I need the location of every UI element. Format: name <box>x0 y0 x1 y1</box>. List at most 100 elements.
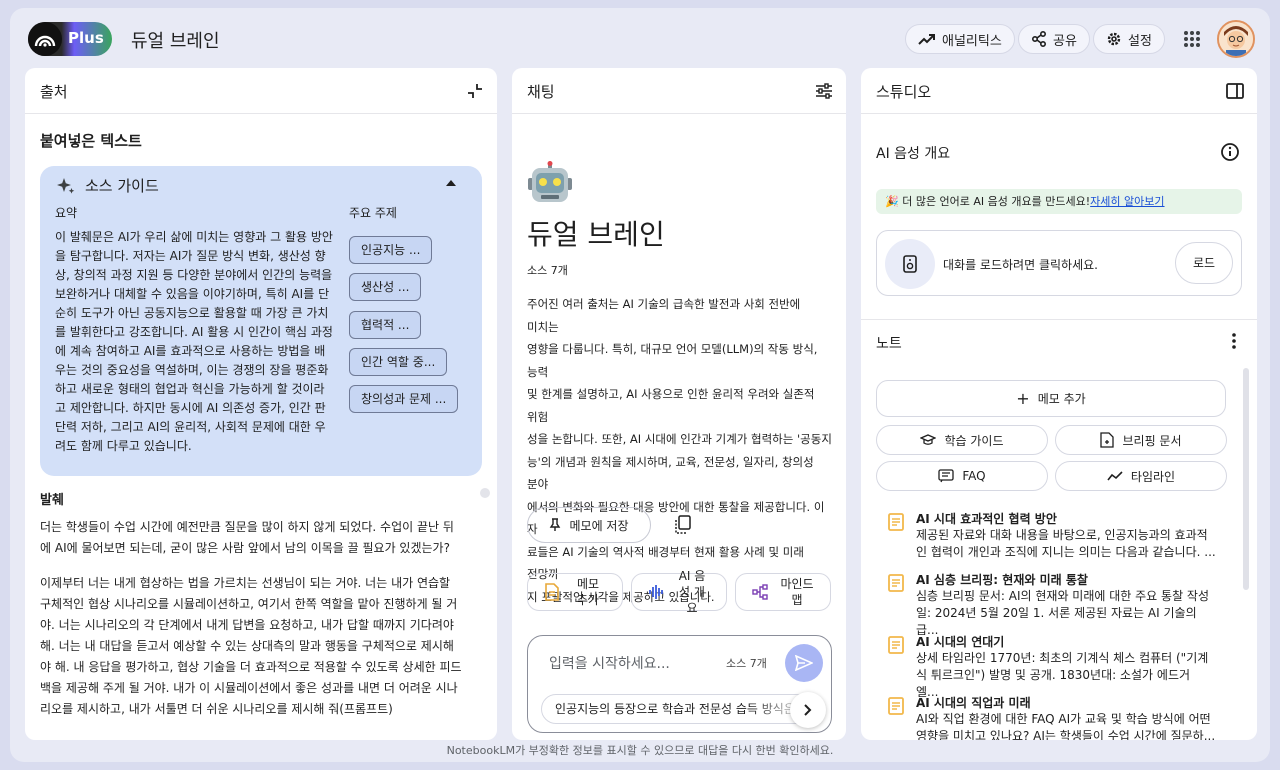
disclaimer-footer: NotebookLM가 부정확한 정보를 표시할 수 있으므로 대답을 다시 한… <box>446 744 834 757</box>
briefing-doc-label: 브리핑 문서 <box>1122 433 1182 448</box>
summary-line: 보완하거나 대체할 수 있음을 이야기하며, 특히 AI를 단 <box>55 287 330 301</box>
plan-badge: Plus <box>68 29 104 47</box>
excerpt-line: 백을 제공해 주게 될 거야. 내가 이 시뮬레이션에서 좋은 성과를 내면 더… <box>40 681 458 695</box>
suggested-question-chip[interactable]: 인공지능의 등장으로 학습과 전문성 습득 방식은 <box>541 694 811 724</box>
copy-icon[interactable] <box>674 515 692 535</box>
audio-overview-button[interactable]: AI 음성 개요 <box>631 569 727 615</box>
note-preview-line: AI와 직업 환경에 대한 FAQ AI가 교육 및 학습 방식에 어떤 <box>916 712 1211 726</box>
collapse-caret-icon[interactable] <box>446 180 456 186</box>
app-window: Plus 듀얼 브레인 애널리틱스 공유 설정 출처 붙여넣은 텍스트 소스 가… <box>10 8 1270 762</box>
save-to-note-label: 메모에 저장 <box>569 518 629 533</box>
divider <box>861 319 1257 320</box>
send-button[interactable] <box>785 644 823 682</box>
mind-map-button[interactable]: 마인드맵 <box>735 573 831 611</box>
note-title: AI 심층 브리핑: 현재와 미래 통찰 <box>916 573 1088 587</box>
summary-line: 고 제안합니다. 하지만 동시에 AI 의존성 증가, 인간 판 <box>55 401 326 415</box>
promo-text: 더 많은 언어로 AI 음성 개요를 만드세요! <box>902 195 1091 208</box>
studio-panel-title: 스튜디오 <box>876 83 932 101</box>
excerpt-line: 야 해. 내 응답을 평가하고, 협상 기술을 더 효과적으로 적용할 수 있도… <box>40 660 462 674</box>
audio-load-card[interactable]: 대화를 로드하려면 클릭하세요. 로드 <box>876 230 1242 296</box>
excerpt-paragraph: 이제부터 너는 내게 협상하는 법을 가르치는 선생님이 되는 거야. 너는 내… <box>40 573 470 720</box>
logo-icon <box>28 22 62 56</box>
add-note-button[interactable]: + 메모 추가 <box>876 380 1226 417</box>
add-note-label: 메모 추가 <box>1037 392 1086 406</box>
settings-button[interactable]: 설정 <box>1093 24 1165 54</box>
top-bar: Plus 듀얼 브레인 애널리틱스 공유 설정 <box>10 8 1270 68</box>
timeline-button[interactable]: 타임라인 <box>1055 461 1227 491</box>
robot-icon <box>528 161 572 202</box>
note-icon <box>888 636 904 654</box>
audio-overview-title: AI 음성 개요 <box>876 146 951 162</box>
briefing-doc-button[interactable]: 브리핑 문서 <box>1055 425 1227 455</box>
plus-icon: + <box>1016 389 1030 408</box>
topic-chip[interactable]: 생산성 ... <box>349 273 422 301</box>
waveform-icon <box>649 585 663 599</box>
notebook-title[interactable]: 듀얼 브레인 <box>131 27 220 53</box>
faq-button[interactable]: FAQ <box>876 461 1048 491</box>
note-title: AI 시대의 직업과 미래 <box>916 696 1031 710</box>
summary-line: 순히 도구가 아닌 공동지능으로 활용할 때 가장 큰 가치 <box>55 306 329 320</box>
excerpt-line: 구체적인 협상 시나리오를 시뮬레이션하고, 여기서 한쪽 역할을 맡아 진행하… <box>40 597 458 611</box>
notebook-heading: 듀얼 브레인 <box>527 218 665 251</box>
input-source-count: 소스 7개 <box>726 657 767 670</box>
tune-icon[interactable] <box>814 81 834 101</box>
next-suggestion-button[interactable] <box>790 692 826 728</box>
excerpt-line: 에 AI에 물어보면 되는데, 굳이 많은 사람 앞에서 남의 이목을 끌 필요… <box>40 541 450 555</box>
analytics-label: 애널리틱스 <box>942 33 1002 49</box>
promo-banner: 🎉 더 많은 언어로 AI 음성 개요를 만드세요!자세히 알아보기 <box>876 189 1242 214</box>
side-panel-icon[interactable] <box>1225 81 1245 101</box>
excerpt-line: 해. 너는 내 대답을 듣고서 예상할 수 있는 상대측의 말과 행동을 구체적… <box>40 639 454 653</box>
note-icon <box>888 574 904 592</box>
info-icon[interactable] <box>1220 142 1240 162</box>
note-item[interactable]: AI 시대 효과적인 협력 방안 제공된 자료와 대화 내용을 바탕으로, 인공… <box>876 510 1221 568</box>
timeline-icon <box>1107 471 1123 481</box>
note-item[interactable]: AI 시대의 연대기 상세 타임라인 1770년: 최초의 기계식 체스 컴퓨터… <box>876 633 1221 699</box>
analytics-button[interactable]: 애널리틱스 <box>905 24 1015 54</box>
chat-panel-title: 채팅 <box>527 83 555 101</box>
topic-chip[interactable]: 인간 역할 중... <box>349 348 448 376</box>
topic-chip[interactable]: 인공지능 ... <box>349 236 433 264</box>
chat-input-box[interactable]: 입력을 시작하세요... 소스 7개 인공지능의 등장으로 학습과 전문성 습득… <box>527 635 832 733</box>
share-label: 공유 <box>1053 33 1077 49</box>
scroll-indicator[interactable] <box>480 488 490 498</box>
summary-line: 에 계속 참여하고 AI를 효과적으로 사용하는 방법을 배 <box>55 344 326 358</box>
chat-input[interactable]: 입력을 시작하세요... <box>549 653 670 673</box>
faq-label: FAQ <box>962 469 986 483</box>
note-icon <box>888 513 904 531</box>
gear-icon <box>1107 32 1121 46</box>
studio-panel-header: 스튜디오 <box>861 68 1257 114</box>
mind-map-icon <box>752 584 768 600</box>
note-preview: AI와 직업 환경에 대한 FAQ AI가 교육 및 학습 방식에 어떤 영향을… <box>916 711 1216 740</box>
learn-more-link[interactable]: 자세히 알아보기 <box>1090 195 1164 208</box>
collapse-icon[interactable] <box>465 81 485 101</box>
add-note-label: 메모 추가 <box>576 577 600 607</box>
note-item[interactable]: AI 심층 브리핑: 현재와 미래 통찰 심층 브리핑 문서: AI의 현재와 … <box>876 571 1221 637</box>
apps-grid-icon[interactable] <box>1183 30 1201 48</box>
topic-chip[interactable]: 협력적 ... <box>349 311 422 339</box>
note-icon <box>545 583 559 601</box>
notebooklm-logo[interactable]: Plus <box>28 22 112 56</box>
add-note-button[interactable]: 메모 추가 <box>527 573 623 611</box>
study-guide-button[interactable]: 학습 가이드 <box>876 425 1048 455</box>
sources-panel-header: 출처 <box>25 68 497 114</box>
summary-line: 을 탐구합니다. 저자는 AI가 질문 방식 변화, 생산성 향 <box>55 249 326 263</box>
notebook-summary-line: 및 한계를 설명하고, AI 사용으로 인한 윤리적 우려와 실존적 위험 <box>527 387 815 424</box>
summary-label: 요약 <box>55 206 78 220</box>
summary-line: 하고 새로운 형태의 협업과 혁신을 가능하게 할 것이라 <box>55 382 325 396</box>
studio-panel: 스튜디오 AI 음성 개요 🎉 더 많은 언어로 AI 음성 개요를 만드세요!… <box>861 68 1257 740</box>
note-item[interactable]: AI 시대의 직업과 미래 AI와 직업 환경에 대한 FAQ AI가 교육 및… <box>876 694 1221 740</box>
notebook-summary-line: 주어진 여러 출처는 AI 기술의 급속한 발전과 사회 전반에 미치는 <box>527 297 801 334</box>
note-preview-line: 영향을 미치고 있나요? AI는 학생들이 수업 시간에 질문하... <box>916 729 1216 740</box>
save-to-note-button[interactable]: 메모에 저장 <box>527 507 651 543</box>
note-preview-line: 상세 타임라인 1770년: 최초의 기계식 체스 컴퓨터 ("기계 <box>916 651 1209 665</box>
share-button[interactable]: 공유 <box>1018 24 1090 54</box>
load-button[interactable]: 로드 <box>1175 242 1233 284</box>
notes-scrollbar[interactable] <box>1243 368 1249 590</box>
avatar[interactable] <box>1217 20 1255 58</box>
settings-label: 설정 <box>1128 33 1152 49</box>
more-vert-icon[interactable] <box>1231 332 1237 350</box>
topic-chip[interactable]: 창의성과 문제 ... <box>349 385 459 413</box>
excerpt-line: 더는 학생들이 수업 시간에 예전만큼 질문을 많이 하지 않게 되었다. 수업… <box>40 520 454 534</box>
source-count: 소스 7개 <box>527 264 568 277</box>
source-guide-title: 소스 가이드 <box>85 177 159 195</box>
